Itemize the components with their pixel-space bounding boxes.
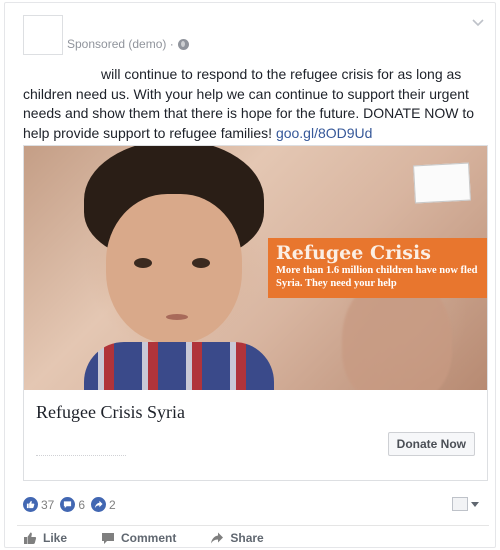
ad-headline[interactable]: Refugee Crisis Syria <box>36 402 185 423</box>
paper-note <box>413 162 471 204</box>
divider <box>17 525 489 526</box>
comment-label: Comment <box>121 531 177 545</box>
like-count: 37 <box>41 497 55 512</box>
post-link[interactable]: goo.gl/8OD9Ud <box>276 125 373 141</box>
comment-icon <box>102 533 115 544</box>
like-button[interactable]: Like <box>23 531 67 545</box>
like-icon <box>23 497 38 512</box>
child-face <box>106 194 242 344</box>
comment-button[interactable]: Comment <box>101 531 176 545</box>
sponsored-line: Sponsored (demo) · <box>67 37 189 51</box>
share-label: Share <box>230 531 264 545</box>
share-icon <box>211 532 224 544</box>
child-shirt <box>84 342 274 390</box>
share-count: 2 <box>109 497 116 512</box>
child-mouth <box>166 314 188 320</box>
child-eye-left <box>134 258 152 268</box>
ad-domain-placeholder <box>36 450 126 456</box>
like-label: Like <box>43 531 68 545</box>
comment-count: 6 <box>78 497 86 512</box>
post-text: will continue to respond to the refugee … <box>23 65 483 143</box>
post-actions: Like Comment Share <box>23 531 264 545</box>
overlay-title: Refugee Crisis <box>276 242 431 264</box>
post-card: Sponsored (demo) · will continue to resp… <box>4 2 496 548</box>
ad-overlay-banner: Refugee Crisis More than 1.6 million chi… <box>268 238 487 298</box>
overlay-subtitle: More than 1.6 million children have now … <box>276 265 478 289</box>
post-body: will continue to respond to the refugee … <box>23 66 475 141</box>
page-avatar[interactable] <box>23 15 63 55</box>
caret-down-icon <box>471 501 479 507</box>
like-icon <box>24 532 37 544</box>
seen-by-menu[interactable] <box>452 497 479 511</box>
child-eye-right <box>192 258 210 268</box>
ad-image[interactable]: Refugee Crisis More than 1.6 million chi… <box>24 146 487 390</box>
globe-icon <box>177 38 189 50</box>
sponsored-label[interactable]: Sponsored (demo) · <box>67 37 174 51</box>
chevron-down-icon[interactable] <box>471 15 485 29</box>
seen-icon <box>452 497 468 511</box>
ad-attachment[interactable]: Refugee Crisis More than 1.6 million chi… <box>23 145 488 481</box>
reaction-summary[interactable]: 37 6 2 <box>23 497 122 512</box>
share-count-icon <box>91 497 107 512</box>
share-button[interactable]: Share <box>210 531 264 545</box>
comment-count-icon <box>60 497 76 512</box>
donate-now-button[interactable]: Donate Now <box>387 432 475 456</box>
